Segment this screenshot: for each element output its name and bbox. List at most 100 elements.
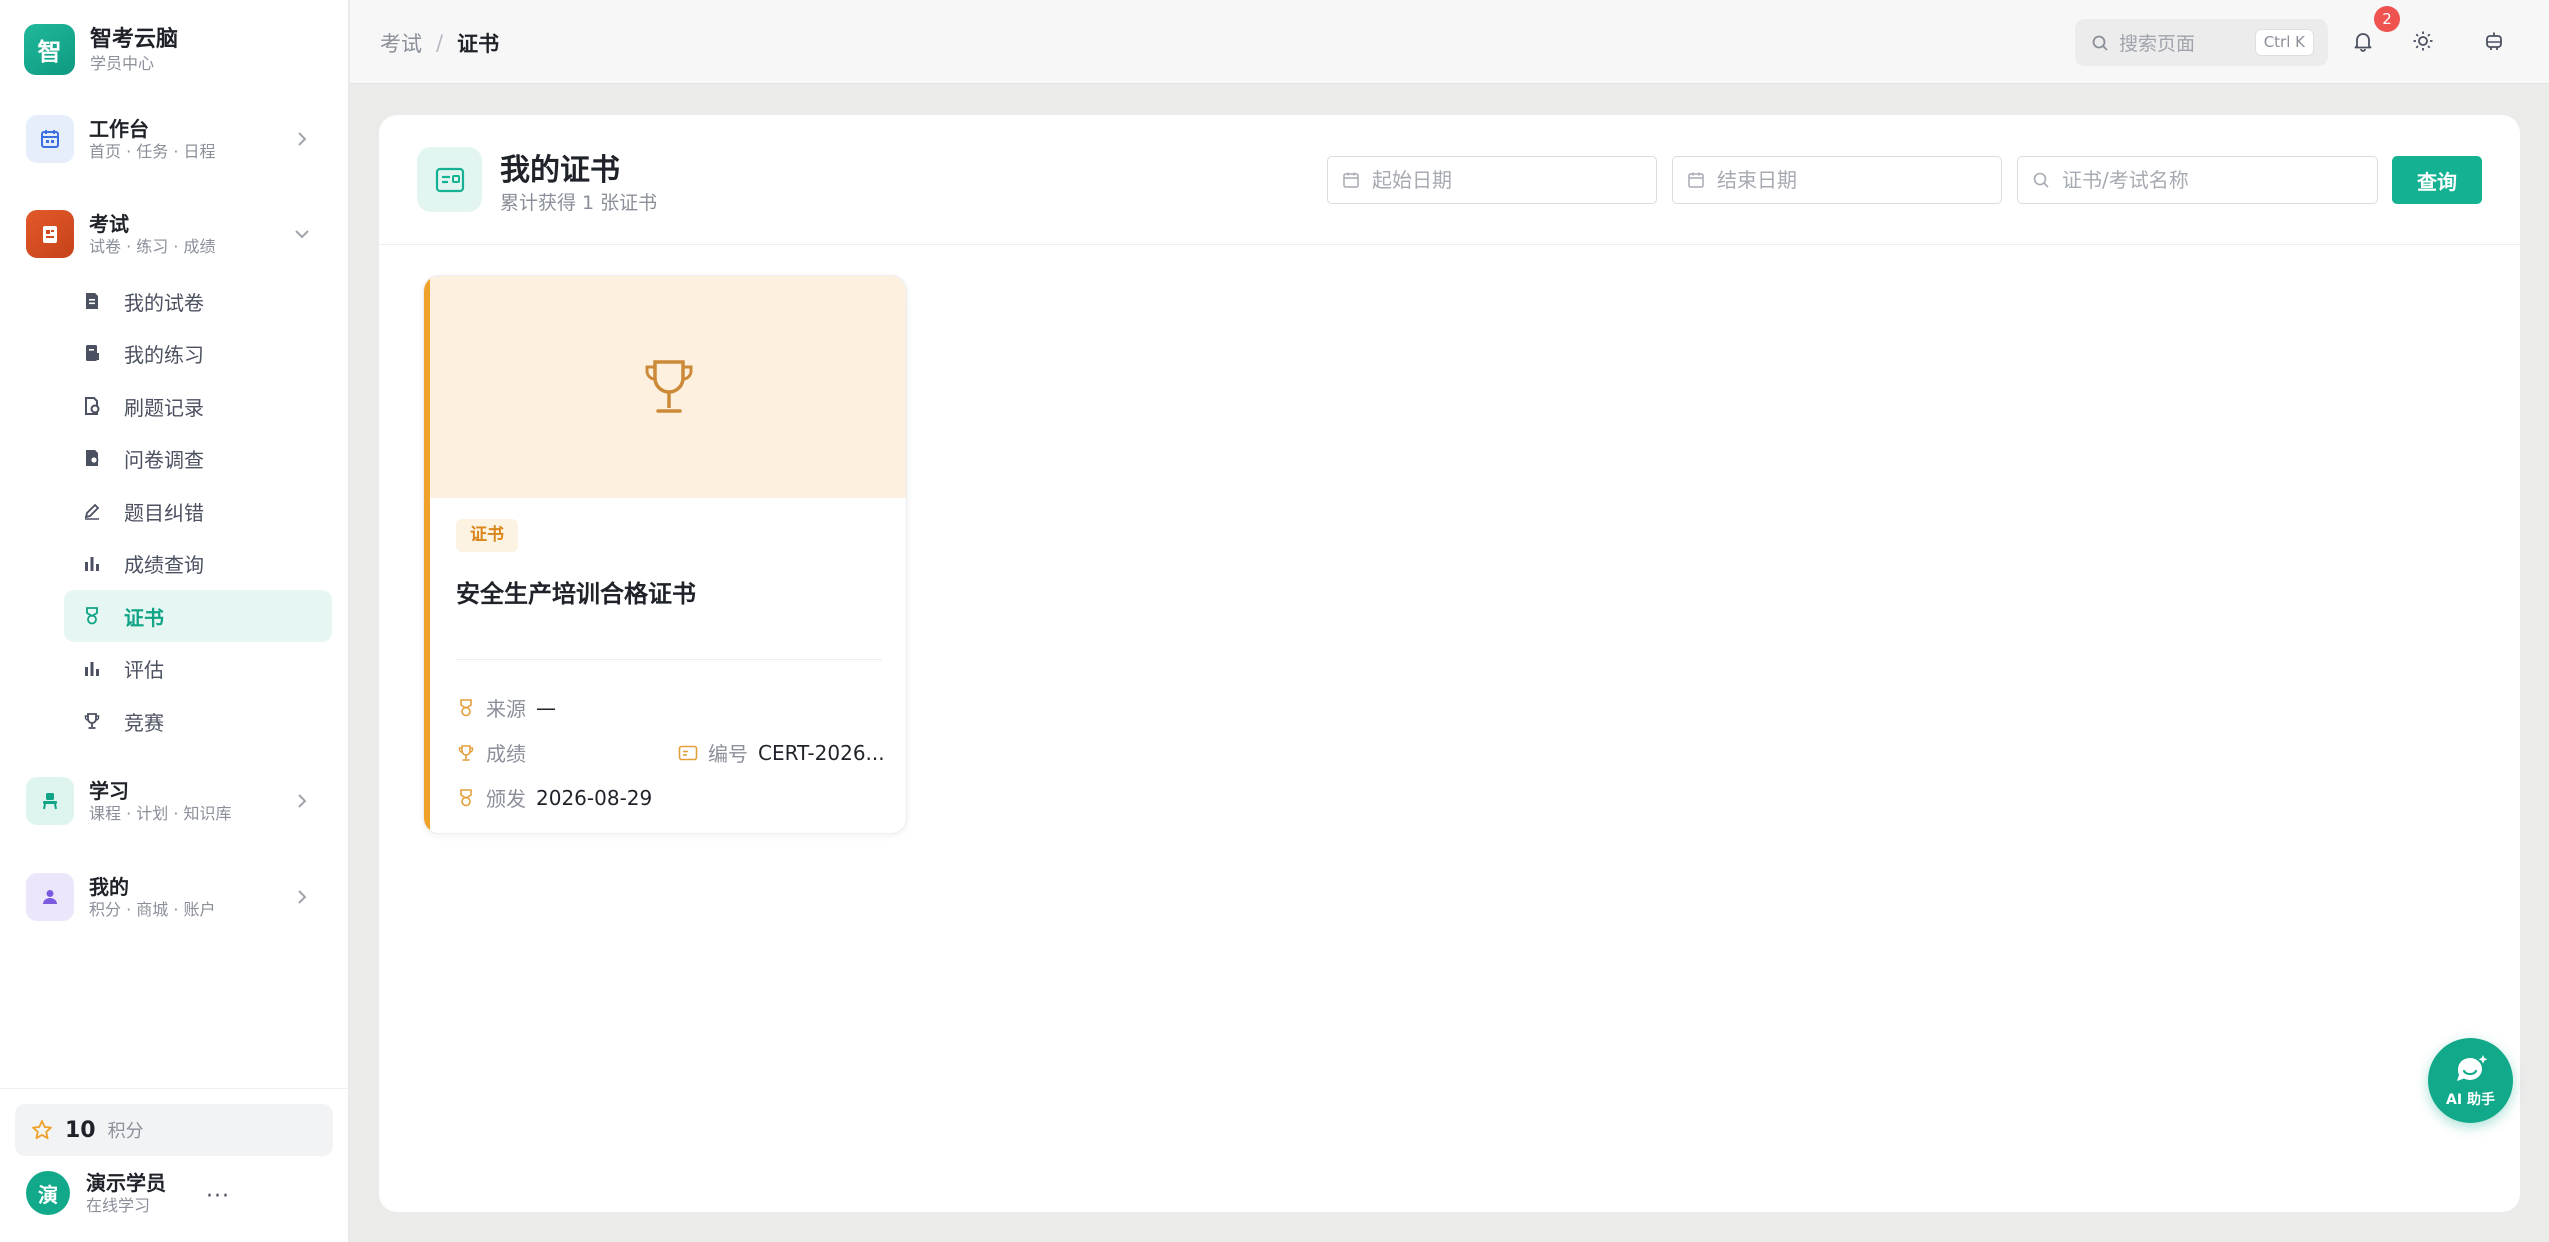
points-summary[interactable]: 10 积分	[15, 1104, 333, 1156]
practice-icon	[82, 343, 102, 363]
certificate-card[interactable]: 证书 安全生产培训合格证书 来源 — 成绩 编号 CERT-2026... 颁发…	[423, 275, 907, 834]
bar-chart-icon	[82, 658, 102, 678]
page-subtitle: 累计获得 1 张证书	[500, 192, 658, 214]
score-label: 成绩	[486, 742, 526, 766]
sidebar-item-label: 成绩查询	[124, 552, 204, 577]
sidebar-item-practice-record[interactable]: 刷题记录	[64, 380, 332, 432]
exam-icon	[26, 210, 74, 258]
chevron-right-icon	[298, 794, 307, 808]
number-value: CERT-2026...	[758, 740, 885, 765]
points-unit: 积分	[107, 1121, 144, 1142]
sidebar-item-survey[interactable]: 问卷调查	[64, 432, 332, 484]
notification-button[interactable]	[2350, 28, 2376, 54]
source-label: 来源	[486, 697, 526, 721]
breadcrumb-parent[interactable]: 考试	[380, 28, 422, 58]
sun-icon	[2413, 31, 2433, 51]
paper-icon	[82, 291, 102, 311]
nav-group-workbench[interactable]: 工作台 首页 · 任务 · 日程	[26, 113, 326, 165]
sidebar-item-label: 证书	[124, 605, 164, 630]
sidebar-divider	[0, 1088, 349, 1089]
nav-group-title: 考试	[89, 212, 129, 236]
sidebar-item-label: 题目纠错	[124, 500, 204, 525]
sidebar-item-label: 问卷调查	[124, 447, 204, 472]
sidebar-item-label: 我的试卷	[124, 290, 204, 315]
robot-icon	[2486, 32, 2502, 50]
robot-button[interactable]	[2481, 28, 2507, 54]
ai-helper-button[interactable]: AI 助手	[2428, 1038, 2513, 1123]
end-date-field[interactable]	[1672, 156, 2002, 204]
user-icon	[26, 873, 74, 921]
star-icon	[32, 1120, 52, 1140]
topbar: 考试 / 证书 搜索页面 Ctrl K 2	[350, 0, 2549, 84]
nav-group-exam[interactable]: 考试 试卷 · 练习 · 成绩	[26, 208, 326, 260]
search-icon	[2033, 172, 2049, 188]
certificate-score: 成绩	[456, 738, 536, 767]
nav-group-subtitle: 试卷 · 练习 · 成绩	[89, 237, 216, 256]
sidebar-item-label: 刷题记录	[124, 395, 204, 420]
sidebar: 智 智考云脑 学员中心 工作台 首页 · 任务 · 日程 考试 试卷 · 练习 …	[0, 0, 349, 1242]
keyword-field[interactable]	[2017, 156, 2378, 204]
page-title: 我的证书	[500, 153, 620, 188]
points-value: 10	[65, 1117, 96, 1143]
keyword-input[interactable]	[2062, 168, 2322, 192]
card-divider	[456, 659, 882, 660]
number-label: 编号	[708, 742, 748, 766]
nav-group-title: 我的	[89, 875, 129, 899]
nav-group-subtitle: 首页 · 任务 · 日程	[89, 142, 216, 161]
sidebar-item-my-papers[interactable]: 我的试卷	[64, 275, 332, 327]
issued-value: 2026-08-29	[536, 785, 653, 810]
notification-badge: 2	[2374, 6, 2400, 32]
ai-helper-label: AI 助手	[2446, 1091, 2495, 1108]
bell-icon	[2354, 33, 2372, 52]
bar-chart-icon	[82, 553, 102, 573]
sidebar-item-label: 我的练习	[124, 342, 204, 367]
pen-icon	[82, 501, 102, 521]
certificate-name: 安全生产培训合格证书	[456, 580, 696, 608]
certificate-icon	[417, 147, 482, 212]
sidebar-item-certificate[interactable]: 证书	[64, 590, 332, 642]
breadcrumb: 考试 / 证书	[380, 28, 499, 58]
survey-icon	[82, 448, 102, 468]
start-date-field[interactable]	[1327, 156, 1657, 204]
sidebar-item-competition[interactable]: 竞赛	[64, 695, 332, 747]
breadcrumb-current: 证书	[457, 32, 500, 56]
query-button[interactable]: 查询	[2392, 156, 2482, 204]
nav-group-title: 学习	[89, 779, 129, 803]
study-icon	[26, 777, 74, 825]
more-icon[interactable]: ···	[206, 1184, 230, 1209]
theme-toggle-button[interactable]	[2410, 28, 2436, 54]
trophy-icon	[82, 711, 102, 731]
brand[interactable]: 智 智考云脑 学员中心	[24, 24, 178, 75]
certificates-panel: 我的证书 累计获得 1 张证书 查询 证书 安全生产培训合格证书	[379, 115, 2520, 1212]
search-icon	[2092, 35, 2108, 51]
card-cover	[430, 276, 906, 498]
trophy-icon	[645, 360, 693, 413]
nav-group-mine[interactable]: 我的 积分 · 商城 · 账户	[26, 871, 326, 923]
panel-header: 我的证书 累计获得 1 张证书 查询	[379, 115, 2520, 245]
medal-icon	[456, 698, 476, 718]
source-value: —	[536, 695, 556, 720]
end-date-input[interactable]	[1717, 168, 1977, 192]
start-date-input[interactable]	[1372, 168, 1632, 192]
page-search-placeholder: 搜索页面	[2119, 33, 2196, 55]
calendar-icon	[1688, 172, 1704, 188]
chevron-right-icon	[298, 890, 307, 904]
certificate-issued: 颁发 2026-08-29	[456, 783, 652, 812]
calendar-icon	[26, 115, 74, 163]
nav-group-subtitle: 积分 · 商城 · 账户	[89, 900, 216, 919]
sidebar-item-my-practice[interactable]: 我的练习	[64, 327, 332, 379]
page-search[interactable]: 搜索页面 Ctrl K	[2075, 19, 2328, 66]
brand-title: 智考云脑	[90, 26, 179, 52]
sidebar-item-score-query[interactable]: 成绩查询	[64, 537, 332, 589]
user-profile[interactable]: 演 演示学员 在线学习 ···	[26, 1170, 229, 1216]
medal-icon	[82, 606, 102, 626]
nav-group-subtitle: 课程 · 计划 · 知识库	[89, 804, 232, 823]
medal-icon	[456, 788, 476, 808]
nav-group-study[interactable]: 学习 课程 · 计划 · 知识库	[26, 775, 326, 827]
user-status: 在线学习	[86, 1196, 151, 1215]
sidebar-item-correction[interactable]: 题目纠错	[64, 485, 332, 537]
certificate-tag: 证书	[456, 519, 518, 552]
breadcrumb-separator: /	[436, 31, 444, 55]
sidebar-item-evaluation[interactable]: 评估	[64, 642, 332, 694]
chevron-right-icon	[298, 132, 307, 146]
